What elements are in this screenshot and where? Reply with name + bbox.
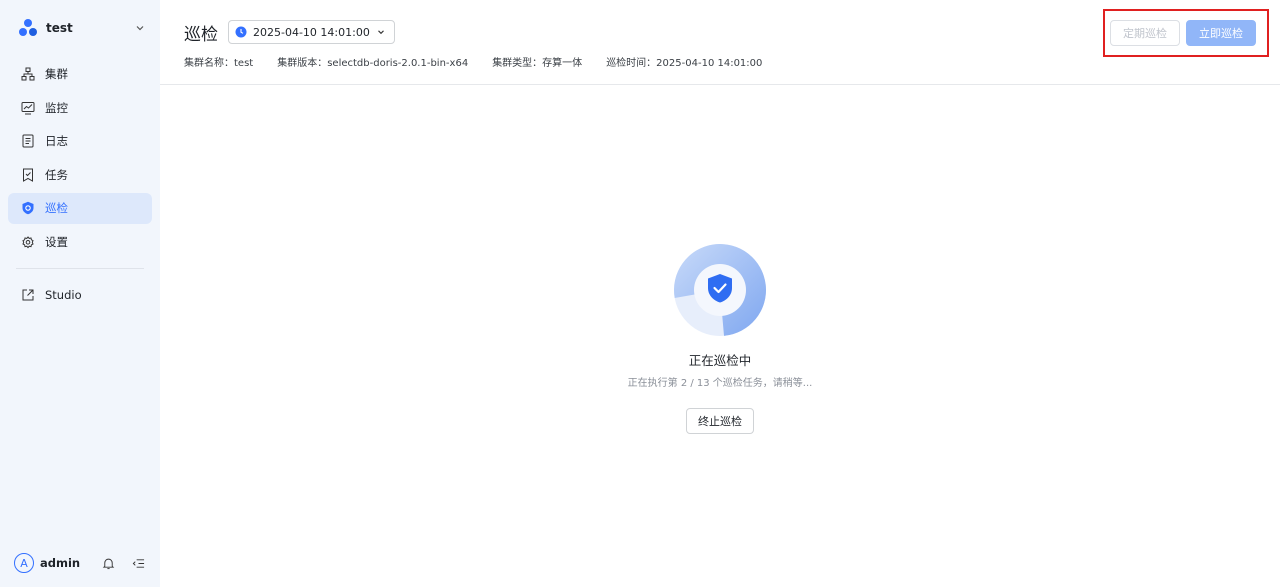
run-inspection-now-button[interactable]: 立即巡检 <box>1186 20 1256 46</box>
cluster-switcher[interactable]: test <box>0 0 160 56</box>
monitor-icon <box>20 100 36 116</box>
sidebar-item-label: Studio <box>45 287 82 302</box>
chevron-down-icon <box>377 30 384 35</box>
progress-ring <box>674 244 766 336</box>
sidebar-item-label: 设置 <box>45 234 68 249</box>
sidebar-item-monitor[interactable]: 监控 <box>8 92 152 123</box>
sidebar-item-cluster[interactable]: 集群 <box>8 59 152 90</box>
progress-title: 正在巡检中 <box>688 353 752 368</box>
inspection-time-value: 2025-04-10 14:01:00 <box>253 25 370 39</box>
meta-cluster-version: 集群版本：selectdb-doris-2.0.1-bin-x64 <box>277 58 469 69</box>
sidebar-item-label: 集群 <box>45 67 68 81</box>
scheduled-inspection-button[interactable]: 定期巡检 <box>1110 20 1180 46</box>
sidebar-footer: A admin <box>0 539 160 587</box>
chevron-down-icon <box>136 26 144 31</box>
sidebar-divider <box>16 268 144 269</box>
progress-description: 正在执行第 2 / 13 个巡检任务，请稍等... <box>627 378 813 389</box>
page-header: 巡检 2025-04-10 14:01:00 集群名称：test 集群版本：se… <box>160 0 1280 85</box>
inspection-time-select[interactable]: 2025-04-10 14:01:00 <box>228 20 395 44</box>
inspection-shield-icon <box>20 200 36 216</box>
sidebar-item-label: 任务 <box>45 167 68 182</box>
collapse-menu-icon[interactable] <box>130 555 146 571</box>
logo-icon <box>19 19 37 36</box>
cluster-meta: 集群名称：test 集群版本：selectdb-doris-2.0.1-bin-… <box>184 54 1256 69</box>
task-icon <box>20 167 36 183</box>
gear-icon <box>20 234 36 250</box>
sidebar-item-studio[interactable]: Studio <box>8 279 152 310</box>
sidebar-item-task[interactable]: 任务 <box>8 159 152 190</box>
title-row: 巡检 2025-04-10 14:01:00 <box>184 18 1256 46</box>
meta-inspection-time: 巡检时间：2025-04-10 14:01:00 <box>606 58 763 69</box>
bell-icon[interactable] <box>100 555 116 571</box>
sidebar-item-label: 监控 <box>45 100 68 115</box>
inspection-progress: 正在巡检中 正在执行第 2 / 13 个巡检任务，请稍等... 终止巡检 <box>160 244 1280 434</box>
log-icon <box>20 133 36 149</box>
cluster-icon <box>20 66 36 82</box>
username[interactable]: admin <box>40 556 86 570</box>
sidebar-item-label: 巡检 <box>45 201 68 215</box>
sidebar-item-log[interactable]: 日志 <box>8 126 152 157</box>
sidebar: test 集群 监控 日志 任务 巡检 设置 Studio A admin <box>0 0 160 587</box>
sidebar-item-settings[interactable]: 设置 <box>8 226 152 257</box>
main-content: 巡检 2025-04-10 14:01:00 集群名称：test 集群版本：se… <box>160 0 1280 587</box>
stop-inspection-button[interactable]: 终止巡检 <box>686 408 754 434</box>
meta-cluster-type: 集群类型：存算一体 <box>492 58 583 69</box>
sidebar-item-label: 日志 <box>45 134 68 148</box>
avatar[interactable]: A <box>14 553 34 573</box>
sidebar-item-inspection[interactable]: 巡检 <box>8 192 152 224</box>
external-link-icon <box>20 287 36 303</box>
page-title: 巡检 <box>184 24 218 45</box>
sidebar-nav: 集群 监控 日志 任务 巡检 设置 Studio <box>0 59 160 311</box>
cluster-name: test <box>46 21 73 35</box>
app-root: test 集群 监控 日志 任务 巡检 设置 Studio A admin 巡检… <box>0 0 1280 587</box>
header-actions-highlight: 定期巡检 立即巡检 <box>1103 9 1269 57</box>
meta-cluster-name: 集群名称：test <box>184 58 254 69</box>
clock-icon <box>235 26 247 38</box>
